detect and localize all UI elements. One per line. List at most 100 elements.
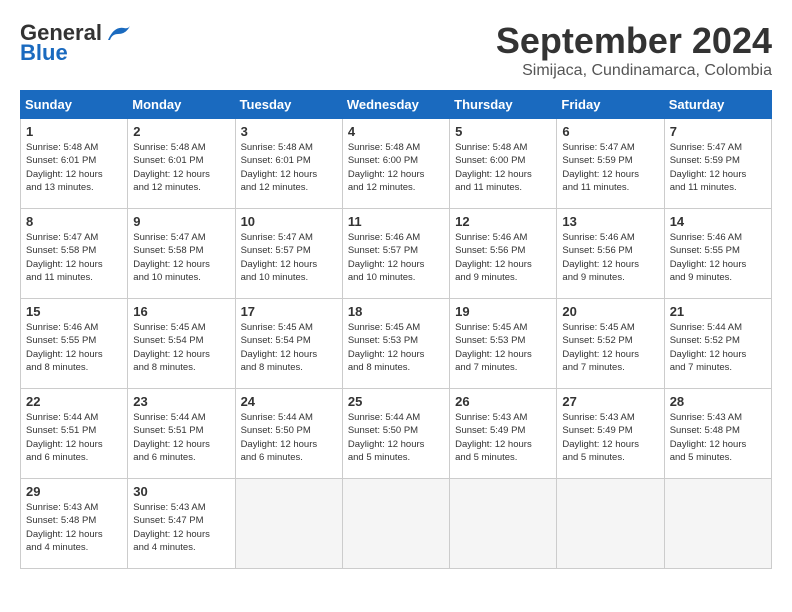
day-number: 29 xyxy=(26,484,122,499)
calendar-day-cell: 2Sunrise: 5:48 AMSunset: 6:01 PMDaylight… xyxy=(128,119,235,209)
day-info: Sunrise: 5:48 AMSunset: 6:01 PMDaylight:… xyxy=(26,141,122,194)
day-of-week-header: Thursday xyxy=(450,91,557,119)
calendar-week-row: 15 Sunrise: 5:46 AMSunset: 5:55 PMDayligh… xyxy=(21,299,772,389)
calendar-day-cell xyxy=(557,479,664,569)
day-number: 25 xyxy=(348,394,444,409)
title-block: September 2024 Simijaca, Cundinamarca, C… xyxy=(496,20,772,80)
day-of-week-header: Friday xyxy=(557,91,664,119)
day-number: 18 xyxy=(348,304,444,319)
calendar-day-cell xyxy=(235,479,342,569)
logo-blue: Blue xyxy=(20,40,68,66)
calendar-day-cell: 12Sunrise: 5:46 AMSunset: 5:56 PMDayligh… xyxy=(450,209,557,299)
day-info: Sunrise: 5:43 AMSunset: 5:48 PMDaylight:… xyxy=(670,411,766,464)
calendar-day-cell: 18 Sunrise: 5:45 AMSunset: 5:53 PMDayligh… xyxy=(342,299,449,389)
calendar-day-cell: 25 Sunrise: 5:44 AMSunset: 5:50 PMDayligh… xyxy=(342,389,449,479)
day-number: 9 xyxy=(133,214,229,229)
month-title: September 2024 xyxy=(496,20,772,62)
day-info: Sunrise: 5:43 AMSunset: 5:49 PMDaylight:… xyxy=(562,411,658,464)
day-number: 23 xyxy=(133,394,229,409)
day-of-week-header: Saturday xyxy=(664,91,771,119)
calendar-day-cell: 29Sunrise: 5:43 AMSunset: 5:48 PMDayligh… xyxy=(21,479,128,569)
calendar-day-cell: 26 Sunrise: 5:43 AMSunset: 5:49 PMDayligh… xyxy=(450,389,557,479)
calendar-day-cell: 30 Sunrise: 5:43 AMSunset: 5:47 PMDayligh… xyxy=(128,479,235,569)
calendar-day-cell: 3Sunrise: 5:48 AMSunset: 6:01 PMDaylight… xyxy=(235,119,342,209)
calendar-day-cell xyxy=(450,479,557,569)
day-number: 27 xyxy=(562,394,658,409)
day-number: 1 xyxy=(26,124,122,139)
day-info: Sunrise: 5:46 AMSunset: 5:57 PMDaylight:… xyxy=(348,231,444,284)
day-number: 17 xyxy=(241,304,337,319)
day-info: Sunrise: 5:47 AMSunset: 5:57 PMDaylight:… xyxy=(241,231,337,284)
calendar-week-row: 22 Sunrise: 5:44 AMSunset: 5:51 PMDayligh… xyxy=(21,389,772,479)
day-number: 14 xyxy=(670,214,766,229)
calendar-day-cell: 27 Sunrise: 5:43 AMSunset: 5:49 PMDayligh… xyxy=(557,389,664,479)
day-number: 24 xyxy=(241,394,337,409)
day-info: Sunrise: 5:44 AMSunset: 5:51 PMDaylight:… xyxy=(26,411,122,464)
calendar-week-row: 1 Sunrise: 5:48 AMSunset: 6:01 PMDaylight… xyxy=(21,119,772,209)
calendar-day-cell: 9 Sunrise: 5:47 AMSunset: 5:58 PMDaylight… xyxy=(128,209,235,299)
calendar-day-cell: 21 Sunrise: 5:44 AMSunset: 5:52 PMDayligh… xyxy=(664,299,771,389)
day-number: 19 xyxy=(455,304,551,319)
day-number: 12 xyxy=(455,214,551,229)
calendar-day-cell: 19 Sunrise: 5:45 AMSunset: 5:53 PMDayligh… xyxy=(450,299,557,389)
calendar-header-row: SundayMondayTuesdayWednesdayThursdayFrid… xyxy=(21,91,772,119)
day-number: 30 xyxy=(133,484,229,499)
day-number: 15 xyxy=(26,304,122,319)
day-info: Sunrise: 5:44 AMSunset: 5:51 PMDaylight:… xyxy=(133,411,229,464)
day-number: 22 xyxy=(26,394,122,409)
day-info: Sunrise: 5:45 AMSunset: 5:54 PMDaylight:… xyxy=(241,321,337,374)
day-info: Sunrise: 5:44 AMSunset: 5:52 PMDaylight:… xyxy=(670,321,766,374)
calendar-day-cell: 7 Sunrise: 5:47 AMSunset: 5:59 PMDaylight… xyxy=(664,119,771,209)
calendar-day-cell: 14 Sunrise: 5:46 AMSunset: 5:55 PMDayligh… xyxy=(664,209,771,299)
day-of-week-header: Wednesday xyxy=(342,91,449,119)
day-number: 21 xyxy=(670,304,766,319)
day-info: Sunrise: 5:46 AMSunset: 5:55 PMDaylight:… xyxy=(670,231,766,284)
day-info: Sunrise: 5:48 AMSunset: 6:01 PMDaylight:… xyxy=(241,141,337,194)
page-header: General Blue September 2024 Simijaca, Cu… xyxy=(20,20,772,80)
day-number: 7 xyxy=(670,124,766,139)
calendar-table: SundayMondayTuesdayWednesdayThursdayFrid… xyxy=(20,90,772,569)
calendar-day-cell: 24Sunrise: 5:44 AMSunset: 5:50 PMDayligh… xyxy=(235,389,342,479)
day-number: 28 xyxy=(670,394,766,409)
calendar-day-cell: 17 Sunrise: 5:45 AMSunset: 5:54 PMDayligh… xyxy=(235,299,342,389)
day-of-week-header: Monday xyxy=(128,91,235,119)
day-number: 13 xyxy=(562,214,658,229)
calendar-day-cell: 16Sunrise: 5:45 AMSunset: 5:54 PMDayligh… xyxy=(128,299,235,389)
day-number: 20 xyxy=(562,304,658,319)
calendar-day-cell xyxy=(664,479,771,569)
day-of-week-header: Tuesday xyxy=(235,91,342,119)
day-info: Sunrise: 5:43 AMSunset: 5:47 PMDaylight:… xyxy=(133,501,229,554)
day-number: 26 xyxy=(455,394,551,409)
day-info: Sunrise: 5:48 AMSunset: 6:00 PMDaylight:… xyxy=(348,141,444,194)
calendar-day-cell: 22 Sunrise: 5:44 AMSunset: 5:51 PMDayligh… xyxy=(21,389,128,479)
day-info: Sunrise: 5:47 AMSunset: 5:58 PMDaylight:… xyxy=(26,231,122,284)
day-number: 11 xyxy=(348,214,444,229)
day-info: Sunrise: 5:47 AMSunset: 5:59 PMDaylight:… xyxy=(562,141,658,194)
day-number: 5 xyxy=(455,124,551,139)
calendar-day-cell: 6Sunrise: 5:47 AMSunset: 5:59 PMDaylight… xyxy=(557,119,664,209)
calendar-day-cell xyxy=(342,479,449,569)
logo-bird-icon xyxy=(104,22,132,44)
calendar-day-cell: 15 Sunrise: 5:46 AMSunset: 5:55 PMDayligh… xyxy=(21,299,128,389)
day-info: Sunrise: 5:46 AMSunset: 5:55 PMDaylight:… xyxy=(26,321,122,374)
day-number: 8 xyxy=(26,214,122,229)
day-info: Sunrise: 5:45 AMSunset: 5:53 PMDaylight:… xyxy=(348,321,444,374)
calendar-week-row: 8 Sunrise: 5:47 AMSunset: 5:58 PMDaylight… xyxy=(21,209,772,299)
day-number: 4 xyxy=(348,124,444,139)
day-info: Sunrise: 5:46 AMSunset: 5:56 PMDaylight:… xyxy=(562,231,658,284)
calendar-day-cell: 28 Sunrise: 5:43 AMSunset: 5:48 PMDayligh… xyxy=(664,389,771,479)
calendar-day-cell: 1 Sunrise: 5:48 AMSunset: 6:01 PMDaylight… xyxy=(21,119,128,209)
day-info: Sunrise: 5:43 AMSunset: 5:49 PMDaylight:… xyxy=(455,411,551,464)
day-info: Sunrise: 5:44 AMSunset: 5:50 PMDaylight:… xyxy=(348,411,444,464)
day-info: Sunrise: 5:48 AMSunset: 6:00 PMDaylight:… xyxy=(455,141,551,194)
day-number: 16 xyxy=(133,304,229,319)
day-info: Sunrise: 5:47 AMSunset: 5:58 PMDaylight:… xyxy=(133,231,229,284)
calendar-day-cell: 8 Sunrise: 5:47 AMSunset: 5:58 PMDaylight… xyxy=(21,209,128,299)
calendar-day-cell: 5 Sunrise: 5:48 AMSunset: 6:00 PMDaylight… xyxy=(450,119,557,209)
day-number: 10 xyxy=(241,214,337,229)
day-info: Sunrise: 5:45 AMSunset: 5:53 PMDaylight:… xyxy=(455,321,551,374)
day-info: Sunrise: 5:45 AMSunset: 5:52 PMDaylight:… xyxy=(562,321,658,374)
day-info: Sunrise: 5:47 AMSunset: 5:59 PMDaylight:… xyxy=(670,141,766,194)
calendar-day-cell: 23 Sunrise: 5:44 AMSunset: 5:51 PMDayligh… xyxy=(128,389,235,479)
calendar-day-cell: 13 Sunrise: 5:46 AMSunset: 5:56 PMDayligh… xyxy=(557,209,664,299)
